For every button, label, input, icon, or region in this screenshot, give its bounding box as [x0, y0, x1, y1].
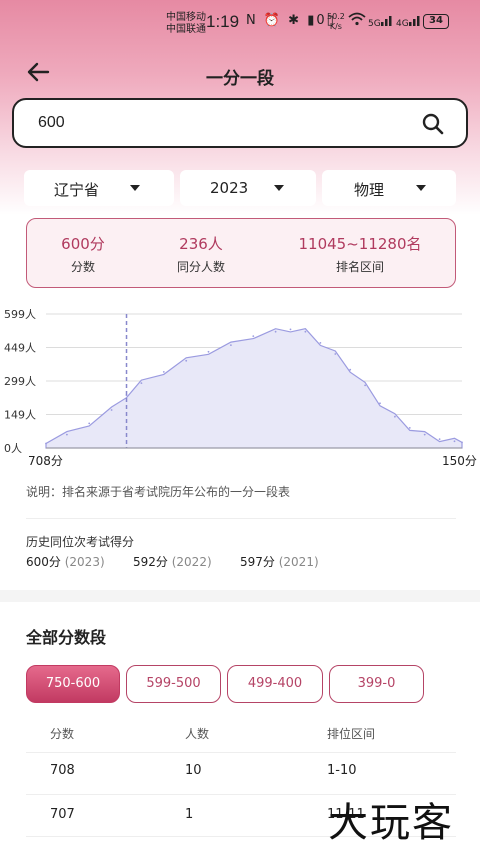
watermark-logo: 大玩客 [328, 800, 454, 846]
data-point [207, 350, 210, 353]
chevron-down-icon [416, 185, 426, 191]
section-title: 全部分数段 [26, 628, 107, 647]
status-bar: 中国移动 中国联通 1:19 N ⏰ ✱ ▮0▯ 50.2 K/s 5G 4G … [0, 8, 480, 38]
x-end-label: 150分 [442, 454, 477, 468]
data-point [185, 359, 188, 362]
history-item: 592分 (2022) [133, 553, 212, 570]
stat-score-label: 分数 [70, 260, 95, 274]
data-point [45, 442, 47, 445]
net-speed-unit: K/s [329, 22, 342, 31]
history-score: 600分 [26, 555, 61, 569]
history-item: 597分 (2021) [240, 553, 319, 570]
history-score: 592分 [133, 555, 168, 569]
data-point [319, 342, 322, 344]
series-area [45, 328, 463, 449]
history-title: 历史同位次考试得分 [26, 535, 135, 549]
table-cell-rank: 1-10 [327, 763, 357, 778]
search-value[interactable]: 600 [38, 114, 65, 132]
data-point [453, 440, 456, 443]
subject-dropdown[interactable]: 物理 [322, 170, 456, 206]
history-year: (2022) [171, 555, 212, 569]
stat-score-value: 600分 [61, 235, 105, 253]
data-point [140, 382, 143, 384]
data-point [379, 402, 381, 405]
table-header-rank: 排位区间 [327, 727, 376, 741]
data-point [304, 330, 307, 333]
search-input[interactable]: 600 [12, 98, 468, 148]
data-point [88, 422, 91, 425]
year-label: 2023 [210, 179, 249, 197]
data-point [66, 433, 68, 436]
history-score: 597分 [240, 555, 275, 569]
signal-5g-icon: 5G [368, 14, 395, 29]
data-point [349, 368, 352, 371]
data-point [461, 441, 463, 444]
segment-tab-399-0[interactable]: 399-0 [329, 665, 424, 703]
carrier-labels: 中国移动 中国联通 [166, 12, 206, 36]
y-tick-label: 299人 [4, 375, 36, 388]
page-title: 一分一段 [206, 69, 274, 89]
stat-same-count-label: 同分人数 [176, 260, 225, 274]
signal-4g-label: 4G [396, 19, 409, 29]
data-point [274, 330, 277, 333]
table-cell-count: 1 [185, 807, 194, 822]
data-point [334, 353, 337, 355]
stat-rank-range: 11045~11280名 排名区间 [285, 233, 435, 275]
y-tick-label: 449人 [4, 342, 36, 355]
net-speed: 50.2 K/s [327, 12, 345, 32]
table-cell-score: 708 [50, 763, 75, 778]
data-point [438, 438, 441, 440]
table-cell-count: 10 [185, 763, 202, 778]
y-tick-label: 149人 [4, 409, 36, 422]
history-year: (2021) [278, 555, 319, 569]
carrier-2: 中国联通 [166, 24, 206, 35]
stat-same-count-value: 236人 [179, 235, 223, 253]
clock: 1:19 [206, 12, 240, 31]
x-start-label: 708分 [28, 454, 63, 468]
history-item: 600分 (2023) [26, 553, 105, 570]
section-gap [0, 590, 480, 602]
segment-tab-599-500[interactable]: 599-500 [126, 665, 221, 703]
data-point [252, 335, 255, 337]
net-speed-value: 50.2 [327, 12, 345, 21]
stat-score: 600分 分数 [51, 233, 115, 275]
data-point [289, 328, 292, 331]
wifi-icon [348, 12, 366, 30]
y-tick-label: 599人 [4, 308, 36, 321]
distribution-chart: 599人 449人 299人 149人 0人 708分 150分 [4, 308, 477, 468]
search-icon[interactable] [422, 113, 444, 135]
chevron-down-icon [274, 185, 284, 191]
data-point [230, 344, 232, 346]
y-tick-label: 0人 [4, 442, 22, 455]
data-point [162, 371, 165, 373]
stat-rank-range-value: 11045~11280名 [298, 235, 422, 253]
table-cell-score: 707 [50, 807, 75, 822]
divider [26, 752, 456, 753]
year-dropdown[interactable]: 2023 [180, 170, 316, 206]
stat-same-count: 236人 同分人数 [161, 233, 241, 275]
table-header-count: 人数 [185, 727, 210, 741]
stat-rank-range-label: 排名区间 [335, 260, 384, 274]
data-point [364, 384, 366, 387]
chevron-down-icon [130, 185, 140, 191]
carrier-1: 中国移动 [166, 12, 206, 23]
province-label: 辽宁省 [54, 181, 100, 199]
history-year: (2023) [64, 555, 105, 569]
data-point [423, 433, 426, 436]
segment-tab-750-600[interactable]: 750-600 [26, 665, 120, 703]
data-point [394, 415, 396, 418]
data-point [408, 427, 411, 429]
segment-tab-499-400[interactable]: 499-400 [227, 665, 323, 703]
subject-label: 物理 [354, 181, 385, 199]
battery-icon: 34 [423, 14, 449, 29]
status-icons: N ⏰ ✱ ▮0▯ [246, 13, 336, 28]
data-point [110, 409, 113, 411]
signal-4g-icon: 4G [396, 14, 423, 29]
divider [26, 518, 456, 519]
signal-5g-label: 5G [368, 19, 381, 29]
province-dropdown[interactable]: 辽宁省 [24, 170, 174, 206]
table-header-score: 分数 [50, 727, 75, 741]
note-text: 说明：排名来源于省考试院历年公布的一分一段表 [26, 485, 291, 499]
stats-card: 600分 分数 236人 同分人数 11045~11280名 排名区间 [26, 218, 456, 288]
